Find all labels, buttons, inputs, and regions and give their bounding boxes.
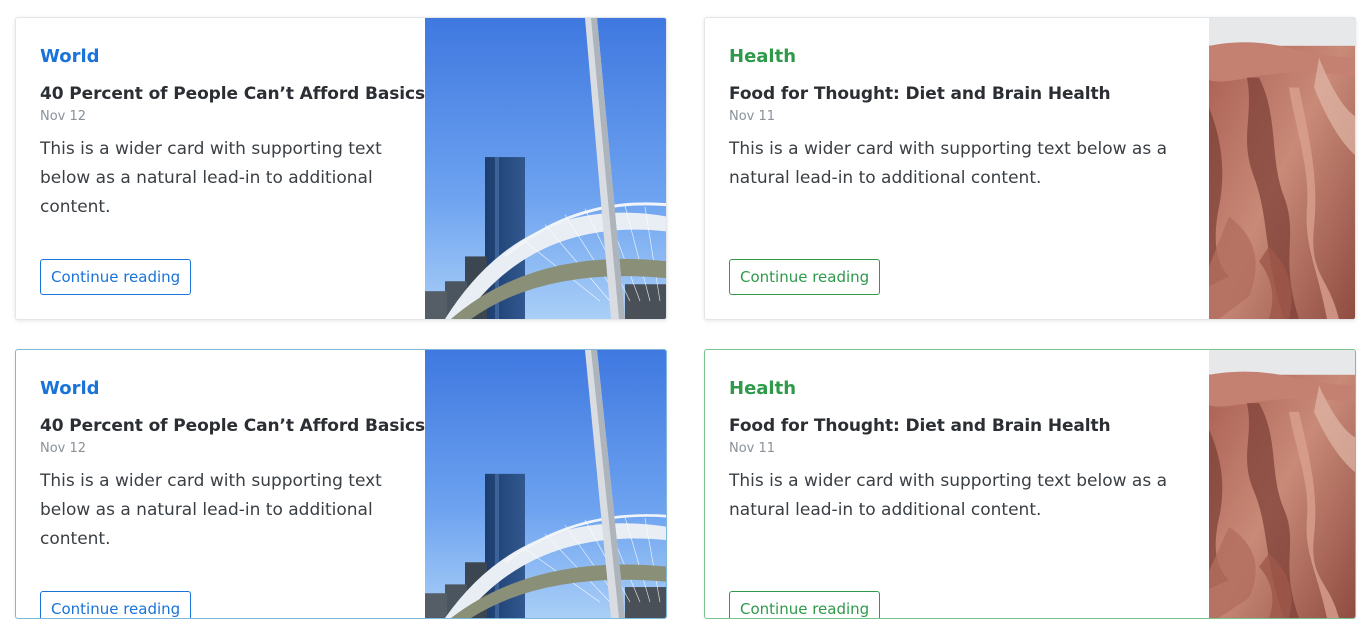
continue-reading-button[interactable]: Continue reading xyxy=(40,259,192,295)
card-title: Food for Thought: Diet and Brain Health xyxy=(729,84,1111,104)
card-text: This is a wider card with supporting tex… xyxy=(40,139,382,217)
continue-reading-button[interactable]: Continue reading xyxy=(729,259,881,295)
news-card-world: World 40 Percent of People Can’t Afford … xyxy=(15,349,667,619)
card-image-red-rock xyxy=(1209,350,1356,618)
card-text: This is a wider card with supporting tex… xyxy=(40,471,382,549)
card-date: Nov 11 xyxy=(729,441,776,456)
card-image-bridge-city xyxy=(425,18,667,319)
card-image-bridge-city xyxy=(425,350,667,618)
card-title: Food for Thought: Diet and Brain Health xyxy=(729,416,1111,436)
card-text: This is a wider card with supporting tex… xyxy=(729,139,1168,188)
news-card-health: Health Food for Thought: Diet and Brain … xyxy=(704,17,1356,320)
category-label: World xyxy=(40,46,100,67)
continue-reading-button[interactable]: Continue reading xyxy=(729,591,881,618)
card-text: This is a wider card with supporting tex… xyxy=(729,471,1168,520)
card-date: Nov 12 xyxy=(40,441,87,456)
news-card-health: Health Food for Thought: Diet and Brain … xyxy=(704,349,1356,619)
category-label: World xyxy=(40,378,100,399)
category-label: Health xyxy=(729,46,797,67)
card-date: Nov 12 xyxy=(40,109,87,124)
card-date: Nov 11 xyxy=(729,109,776,124)
news-card-world: World 40 Percent of People Can’t Afford … xyxy=(15,17,667,320)
card-image-red-rock xyxy=(1209,18,1356,319)
card-title: 40 Percent of People Can’t Afford Basics xyxy=(40,84,426,104)
card-title: 40 Percent of People Can’t Afford Basics xyxy=(40,416,426,436)
category-label: Health xyxy=(729,378,797,399)
continue-reading-button[interactable]: Continue reading xyxy=(40,591,192,618)
